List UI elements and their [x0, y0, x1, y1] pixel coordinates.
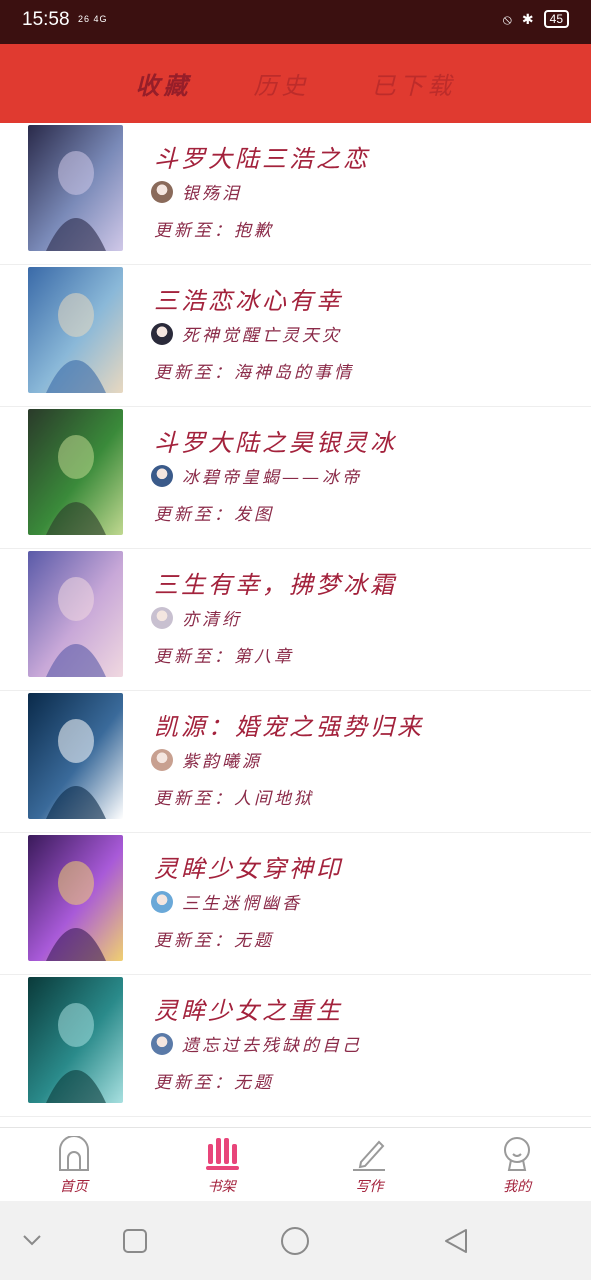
status-bar: 15:58 26 4G ⦸ ✱ 45 [0, 0, 591, 44]
book-item[interactable]: 灵眸少女穿神印 三生迷惘幽香 更新至：无题 [0, 833, 591, 975]
book-author: 亦清绗 [182, 610, 242, 630]
book-cover[interactable] [28, 551, 123, 677]
book-item[interactable]: 斗罗大陆之昊银灵冰 冰碧帝皇蝎——冰帝 更新至：发图 [0, 407, 591, 549]
author-avatar [151, 748, 173, 771]
book-author: 冰碧帝皇蝎——冰帝 [182, 468, 362, 488]
profile-icon [504, 1137, 531, 1171]
nav-write[interactable]: 写作 [296, 1128, 444, 1201]
nav-label: 写作 [355, 1179, 384, 1195]
tab-history[interactable]: 历史 [254, 66, 310, 101]
book-title: 斗罗大陆三浩之恋 [154, 145, 370, 173]
bluetooth-icon: ✱ [521, 10, 534, 27]
home-button-icon[interactable] [280, 1226, 310, 1256]
signal-indicator: 26 4G [78, 14, 108, 24]
book-update: 更新至：无题 [154, 1073, 274, 1093]
book-cover[interactable] [28, 835, 123, 961]
book-update: 更新至：海神岛的事情 [154, 363, 354, 383]
book-update: 更新至：发图 [154, 505, 274, 525]
book-item[interactable]: 凯源：婚宠之强势归来 紫韵曦源 更新至：人间地狱 [0, 691, 591, 833]
pen-icon [353, 1140, 386, 1171]
book-title: 凯源：婚宠之强势归来 [154, 713, 424, 741]
author-avatar [151, 322, 173, 345]
nav-profile[interactable]: 我的 [443, 1128, 591, 1201]
book-title: 灵眸少女之重生 [154, 997, 343, 1025]
book-cover[interactable] [28, 693, 123, 819]
book-author: 银殇泪 [182, 184, 242, 204]
nav-label: 首页 [59, 1179, 88, 1195]
book-title: 三生有幸，拂梦冰霜 [154, 571, 397, 599]
author-avatar [151, 464, 173, 487]
book-cover[interactable] [28, 125, 123, 251]
home-icon [58, 1136, 89, 1171]
tab-downloaded[interactable]: 已下载 [372, 66, 456, 101]
status-icons: ⦸ ✱ 45 [503, 10, 569, 28]
author-avatar [151, 606, 173, 629]
book-title: 灵眸少女穿神印 [154, 855, 343, 883]
author-avatar [151, 890, 173, 913]
tab-favorites[interactable]: 收藏 [136, 66, 192, 101]
book-list: 斗罗大陆三浩之恋 银殇泪 更新至：抱歉 三浩恋冰心有幸 死神觉醒亡灵天灾 更新至… [0, 123, 591, 1127]
author-avatar [151, 180, 173, 203]
nav-label: 我的 [503, 1179, 532, 1195]
status-time: 15:58 [22, 9, 70, 30]
battery-indicator: 45 [543, 10, 569, 28]
system-nav-bar [0, 1201, 591, 1280]
nav-home[interactable]: 首页 [0, 1128, 148, 1201]
book-cover[interactable] [28, 977, 123, 1103]
book-cover[interactable] [28, 409, 123, 535]
nav-label: 书架 [207, 1179, 236, 1195]
bookshelf-icon [205, 1138, 239, 1170]
book-update: 更新至：第八章 [154, 647, 294, 667]
book-title: 三浩恋冰心有幸 [154, 287, 343, 315]
nfc-icon: ⦸ [502, 10, 512, 27]
book-item[interactable]: 三浩恋冰心有幸 死神觉醒亡灵天灾 更新至：海神岛的事情 [0, 265, 591, 407]
book-author: 死神觉醒亡灵天灾 [182, 326, 342, 346]
back-icon[interactable] [442, 1227, 470, 1255]
book-author: 遗忘过去残缺的自己 [182, 1036, 362, 1056]
book-update: 更新至：无题 [154, 931, 274, 951]
book-author: 三生迷惘幽香 [182, 894, 302, 914]
shelf-tabs-header: 收藏 历史 已下载 [0, 44, 591, 123]
book-item[interactable]: 斗罗大陆三浩之恋 银殇泪 更新至：抱歉 [0, 123, 591, 265]
book-item[interactable]: 三生有幸，拂梦冰霜 亦清绗 更新至：第八章 [0, 549, 591, 691]
nav-bookshelf[interactable]: 书架 [148, 1128, 296, 1201]
book-update: 更新至：抱歉 [154, 221, 274, 241]
book-cover[interactable] [28, 267, 123, 393]
book-update: 更新至：人间地狱 [154, 789, 314, 809]
author-avatar [151, 1032, 173, 1055]
book-author: 紫韵曦源 [182, 752, 262, 772]
bottom-nav: 首页 书架 写作 我的 [0, 1127, 591, 1201]
book-item[interactable]: 灵眸少女之重生 遗忘过去残缺的自己 更新至：无题 [0, 975, 591, 1117]
book-title: 斗罗大陆之昊银灵冰 [154, 429, 397, 457]
chevron-down-icon[interactable] [22, 1233, 42, 1247]
recent-apps-icon[interactable] [122, 1228, 148, 1254]
